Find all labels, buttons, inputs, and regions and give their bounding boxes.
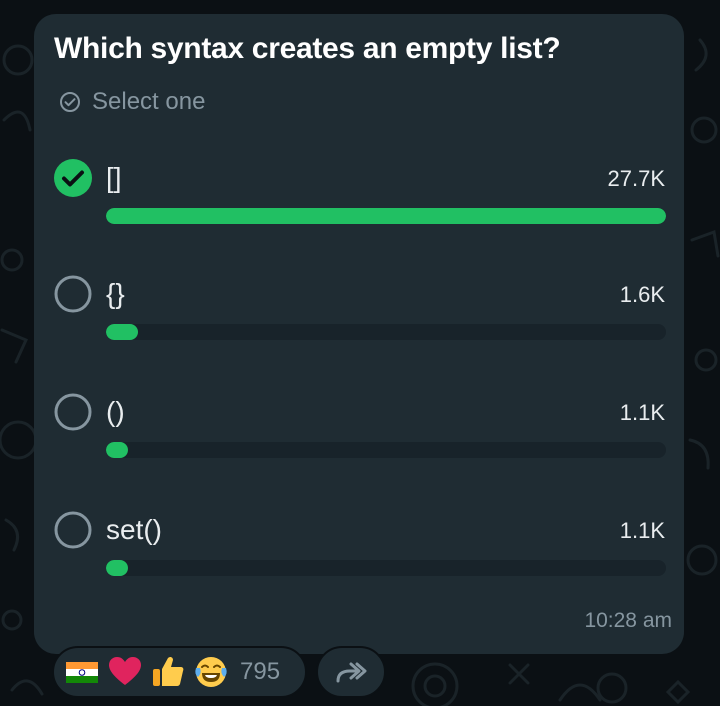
poll-question: Which syntax creates an empty list?	[54, 32, 561, 65]
poll-option-label: {}	[106, 278, 125, 309]
poll-option-label: ()	[106, 396, 125, 427]
poll-instruction: Select one	[59, 88, 205, 116]
vote-progress-fill	[106, 324, 139, 340]
message-timestamp: 10:28 am	[584, 609, 672, 632]
reactions-pill[interactable]: 795	[52, 646, 307, 698]
poll-option[interactable]: [] 27.7K	[34, 158, 684, 248]
vote-progress-track	[106, 208, 666, 224]
vote-progress-track	[106, 324, 666, 340]
radio-unchecked-icon[interactable]	[53, 274, 93, 314]
forward-button[interactable]	[316, 646, 386, 698]
poll-option-vote-count: 1.6K	[619, 282, 665, 307]
thumbs-up-icon	[153, 656, 184, 686]
poll-option-vote-count: 1.1K	[619, 400, 665, 425]
tears-of-joy-icon	[195, 657, 227, 687]
poll-instruction-label: Select one	[92, 88, 206, 115]
vote-progress-fill	[106, 442, 129, 458]
poll-message-bubble: Which syntax creates an empty list? Sele…	[34, 14, 684, 654]
radio-unchecked-icon[interactable]	[53, 510, 93, 550]
vote-progress-track	[106, 560, 666, 576]
poll-option[interactable]: set() 1.1K	[34, 510, 684, 600]
forward-icon	[336, 662, 367, 683]
red-heart-icon	[109, 657, 141, 685]
poll-option[interactable]: {} 1.6K	[34, 274, 684, 364]
check-circle-icon	[60, 92, 80, 112]
checked-radio-icon[interactable]	[53, 158, 93, 198]
reaction-count: 795	[240, 658, 281, 685]
poll-option-label: set()	[106, 514, 162, 545]
poll-option-label: []	[106, 162, 122, 193]
india-flag-icon	[66, 662, 98, 683]
vote-progress-track	[106, 442, 666, 458]
poll-option-vote-count: 1.1K	[619, 518, 665, 543]
vote-progress-fill	[106, 208, 666, 224]
radio-unchecked-icon[interactable]	[53, 392, 93, 432]
vote-progress-fill	[106, 560, 129, 576]
poll-option[interactable]: () 1.1K	[34, 392, 684, 482]
poll-option-vote-count: 27.7K	[607, 166, 666, 191]
